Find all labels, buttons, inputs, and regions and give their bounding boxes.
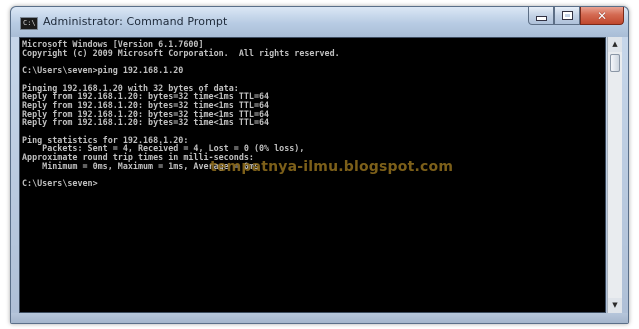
command-prompt-icon: C:\	[20, 17, 38, 30]
close-button[interactable]: ✕	[580, 7, 624, 25]
close-icon: ✕	[596, 8, 608, 23]
console-line: C:\Users\seven>	[22, 178, 98, 189]
scroll-down-arrow-icon[interactable]: ▼	[608, 298, 622, 313]
console-line: Reply from 192.168.1.20: bytes=32 time<1…	[22, 117, 270, 128]
maximize-icon	[561, 11, 573, 20]
console-line: C:\Users\seven>ping 192.168.1.20	[22, 65, 184, 76]
maximize-button[interactable]	[554, 7, 580, 25]
scroll-up-arrow-icon[interactable]: ▲	[608, 37, 622, 52]
window-bottom-frame	[11, 313, 628, 323]
minimize-button[interactable]	[528, 7, 554, 25]
window-title: Administrator: Command Prompt	[43, 15, 228, 28]
console-line: Copyright (c) 2009 Microsoft Corporation…	[22, 47, 340, 58]
scroll-thumb[interactable]	[610, 54, 620, 72]
watermark: tempatnya-ilmu.blogspot.com	[210, 159, 454, 175]
console-output[interactable]: Microsoft Windows [Version 6.1.7600] Cop…	[19, 37, 606, 313]
caption-buttons: ✕	[528, 7, 624, 26]
minimize-icon	[535, 16, 547, 21]
title-bar[interactable]: C:\ Administrator: Command Prompt ✕	[11, 7, 628, 37]
command-prompt-window: C:\ Administrator: Command Prompt ✕ Micr…	[10, 6, 629, 324]
vertical-scrollbar[interactable]: ▲ ▼	[607, 37, 622, 313]
